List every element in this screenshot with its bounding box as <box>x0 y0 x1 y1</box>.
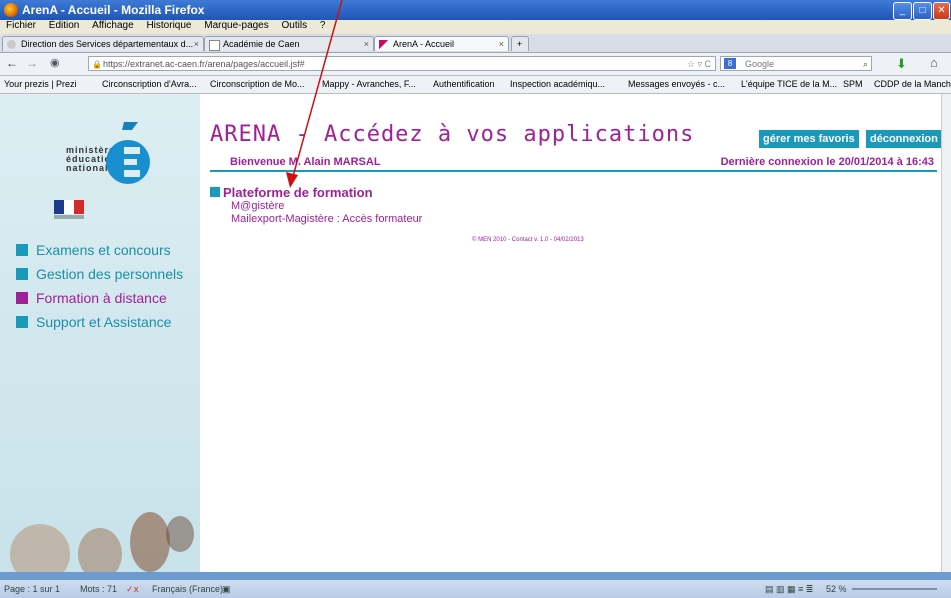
search-input[interactable]: 8 Google ⌕ <box>720 56 872 71</box>
bookmark-item[interactable]: Messages envoyés - c... <box>628 79 725 89</box>
arrow-icon <box>16 292 28 304</box>
menu-bar: Fichier Édition Affichage Historique Mar… <box>0 20 951 34</box>
site-favicon-icon <box>7 40 16 49</box>
page-scrollbar[interactable] <box>941 94 951 572</box>
navigation-bar: ← → ◉ 🔒 https://extranet.ac-caen.fr/aren… <box>0 53 951 76</box>
marianne-flag-icon <box>54 200 84 219</box>
zoom-slider[interactable] <box>852 588 937 590</box>
tab-arena-accueil[interactable]: ArenA - Accueil × <box>374 36 509 51</box>
page-icon <box>209 40 220 51</box>
logo-e-icon <box>106 122 150 184</box>
bookmark-item[interactable]: Inspection académiqu... <box>510 79 605 89</box>
arrow-icon <box>16 316 28 328</box>
maximize-button[interactable]: □ <box>913 2 932 20</box>
forward-icon[interactable]: → <box>26 56 38 70</box>
word-status-bar: Page : 1 sur 1 Mots : 71 ✓ⅹ Français (Fr… <box>0 580 951 598</box>
bookmark-item[interactable]: Your prezis | Prezi <box>4 79 77 89</box>
page-count[interactable]: Page : 1 sur 1 <box>4 584 60 594</box>
close-tab-icon[interactable]: × <box>499 37 504 51</box>
menu-fichier[interactable]: Fichier <box>6 20 36 31</box>
tab-label: Direction des Services départementaux d.… <box>21 39 194 49</box>
url-bar[interactable]: 🔒 https://extranet.ac-caen.fr/arena/page… <box>88 56 716 71</box>
search-icon[interactable]: ⌕ <box>863 57 868 72</box>
download-icon[interactable]: ⬇ <box>896 56 907 72</box>
arena-favicon-icon <box>379 40 388 49</box>
proofing-icon[interactable]: ✓ⅹ <box>126 584 139 595</box>
close-tab-icon[interactable]: × <box>364 37 369 51</box>
minimize-button[interactable]: _ <box>893 2 912 20</box>
link-magistere[interactable]: M@gistère <box>231 200 284 212</box>
sidebar-item-support[interactable]: Support et Assistance <box>16 314 171 330</box>
arrow-icon <box>16 244 28 256</box>
back-icon[interactable]: ← <box>6 56 18 70</box>
footer-text: © MEN 2010 - Contact v. 1.0 - 04/02/2013 <box>472 237 584 243</box>
bookmark-item[interactable]: Authentification <box>433 79 495 89</box>
menu-historique[interactable]: Historique <box>146 20 191 31</box>
manage-favorites-button[interactable]: gérer mes favoris <box>759 130 859 148</box>
identity-icon[interactable]: ◉ <box>50 56 60 69</box>
sidebar-item-label: Support et Assistance <box>36 314 172 330</box>
sidebar-item-label: Examens et concours <box>36 242 171 258</box>
reload-icon[interactable]: ☆ ▿ C <box>687 57 711 72</box>
sidebar: ministère éducation nationale Examens et… <box>0 94 200 572</box>
arrow-icon <box>16 268 28 280</box>
bookmark-item[interactable]: SPM <box>843 79 863 89</box>
sidebar-item-gestion[interactable]: Gestion des personnels <box>16 266 183 282</box>
menu-edition[interactable]: Édition <box>49 20 80 31</box>
link-mailexport[interactable]: Mailexport-Magistère : Accès formateur <box>231 213 422 225</box>
annotation-arrow-icon <box>286 0 343 188</box>
ministere-logo: ministère éducation nationale <box>60 110 160 190</box>
tab-label: ArenA - Accueil <box>393 39 455 49</box>
google-icon[interactable]: 8 <box>724 58 736 69</box>
search-engine-label: Google <box>745 59 775 69</box>
last-login-text: Dernière connexion le 20/01/2014 à 16:43 <box>720 156 934 168</box>
menu-marque-pages[interactable]: Marque-pages <box>204 20 268 31</box>
close-tab-icon[interactable]: × <box>194 37 199 51</box>
bookmark-item[interactable]: Circonscription d'Avra... <box>102 79 197 89</box>
bookmarks-bar: Your prezis | Prezi Circonscription d'Av… <box>0 76 951 94</box>
sidebar-item-label: Formation à distance <box>36 290 167 306</box>
logout-button[interactable]: déconnexion <box>866 130 942 148</box>
window-title: ArenA - Accueil - Mozilla Firefox <box>22 3 205 17</box>
sidebar-item-label: Gestion des personnels <box>36 266 184 282</box>
home-icon[interactable]: ⌂ <box>930 55 938 70</box>
menu-affichage[interactable]: Affichage <box>92 20 134 31</box>
window-bottom-border <box>0 572 951 580</box>
close-window-button[interactable]: ✕ <box>933 2 950 20</box>
macro-icon[interactable]: ▣ <box>222 584 231 595</box>
zoom-level[interactable]: 52 % <box>826 584 847 594</box>
word-count[interactable]: Mots : 71 <box>80 584 117 594</box>
students-photo <box>10 512 194 572</box>
view-buttons-icon[interactable]: ▤ ▥ ▦ ≡ ≣ <box>765 584 813 595</box>
lock-icon: 🔒 <box>92 60 102 69</box>
tab-dsden[interactable]: Direction des Services départementaux d.… <box>2 36 204 51</box>
sidebar-item-formation[interactable]: Formation à distance <box>16 290 167 306</box>
window-titlebar: ArenA - Accueil - Mozilla Firefox _ □ ✕ <box>0 0 951 20</box>
language[interactable]: Français (France) <box>152 584 223 594</box>
bookmark-item[interactable]: CDDP de la Manche <box>874 79 951 89</box>
arrow-icon <box>210 187 220 197</box>
firefox-icon <box>4 3 18 17</box>
bookmark-item[interactable]: L'équipe TICE de la M... <box>741 79 837 89</box>
tab-bar: Direction des Services départementaux d.… <box>0 34 951 53</box>
sidebar-item-examens[interactable]: Examens et concours <box>16 242 171 258</box>
new-tab-button[interactable]: + <box>511 36 529 51</box>
